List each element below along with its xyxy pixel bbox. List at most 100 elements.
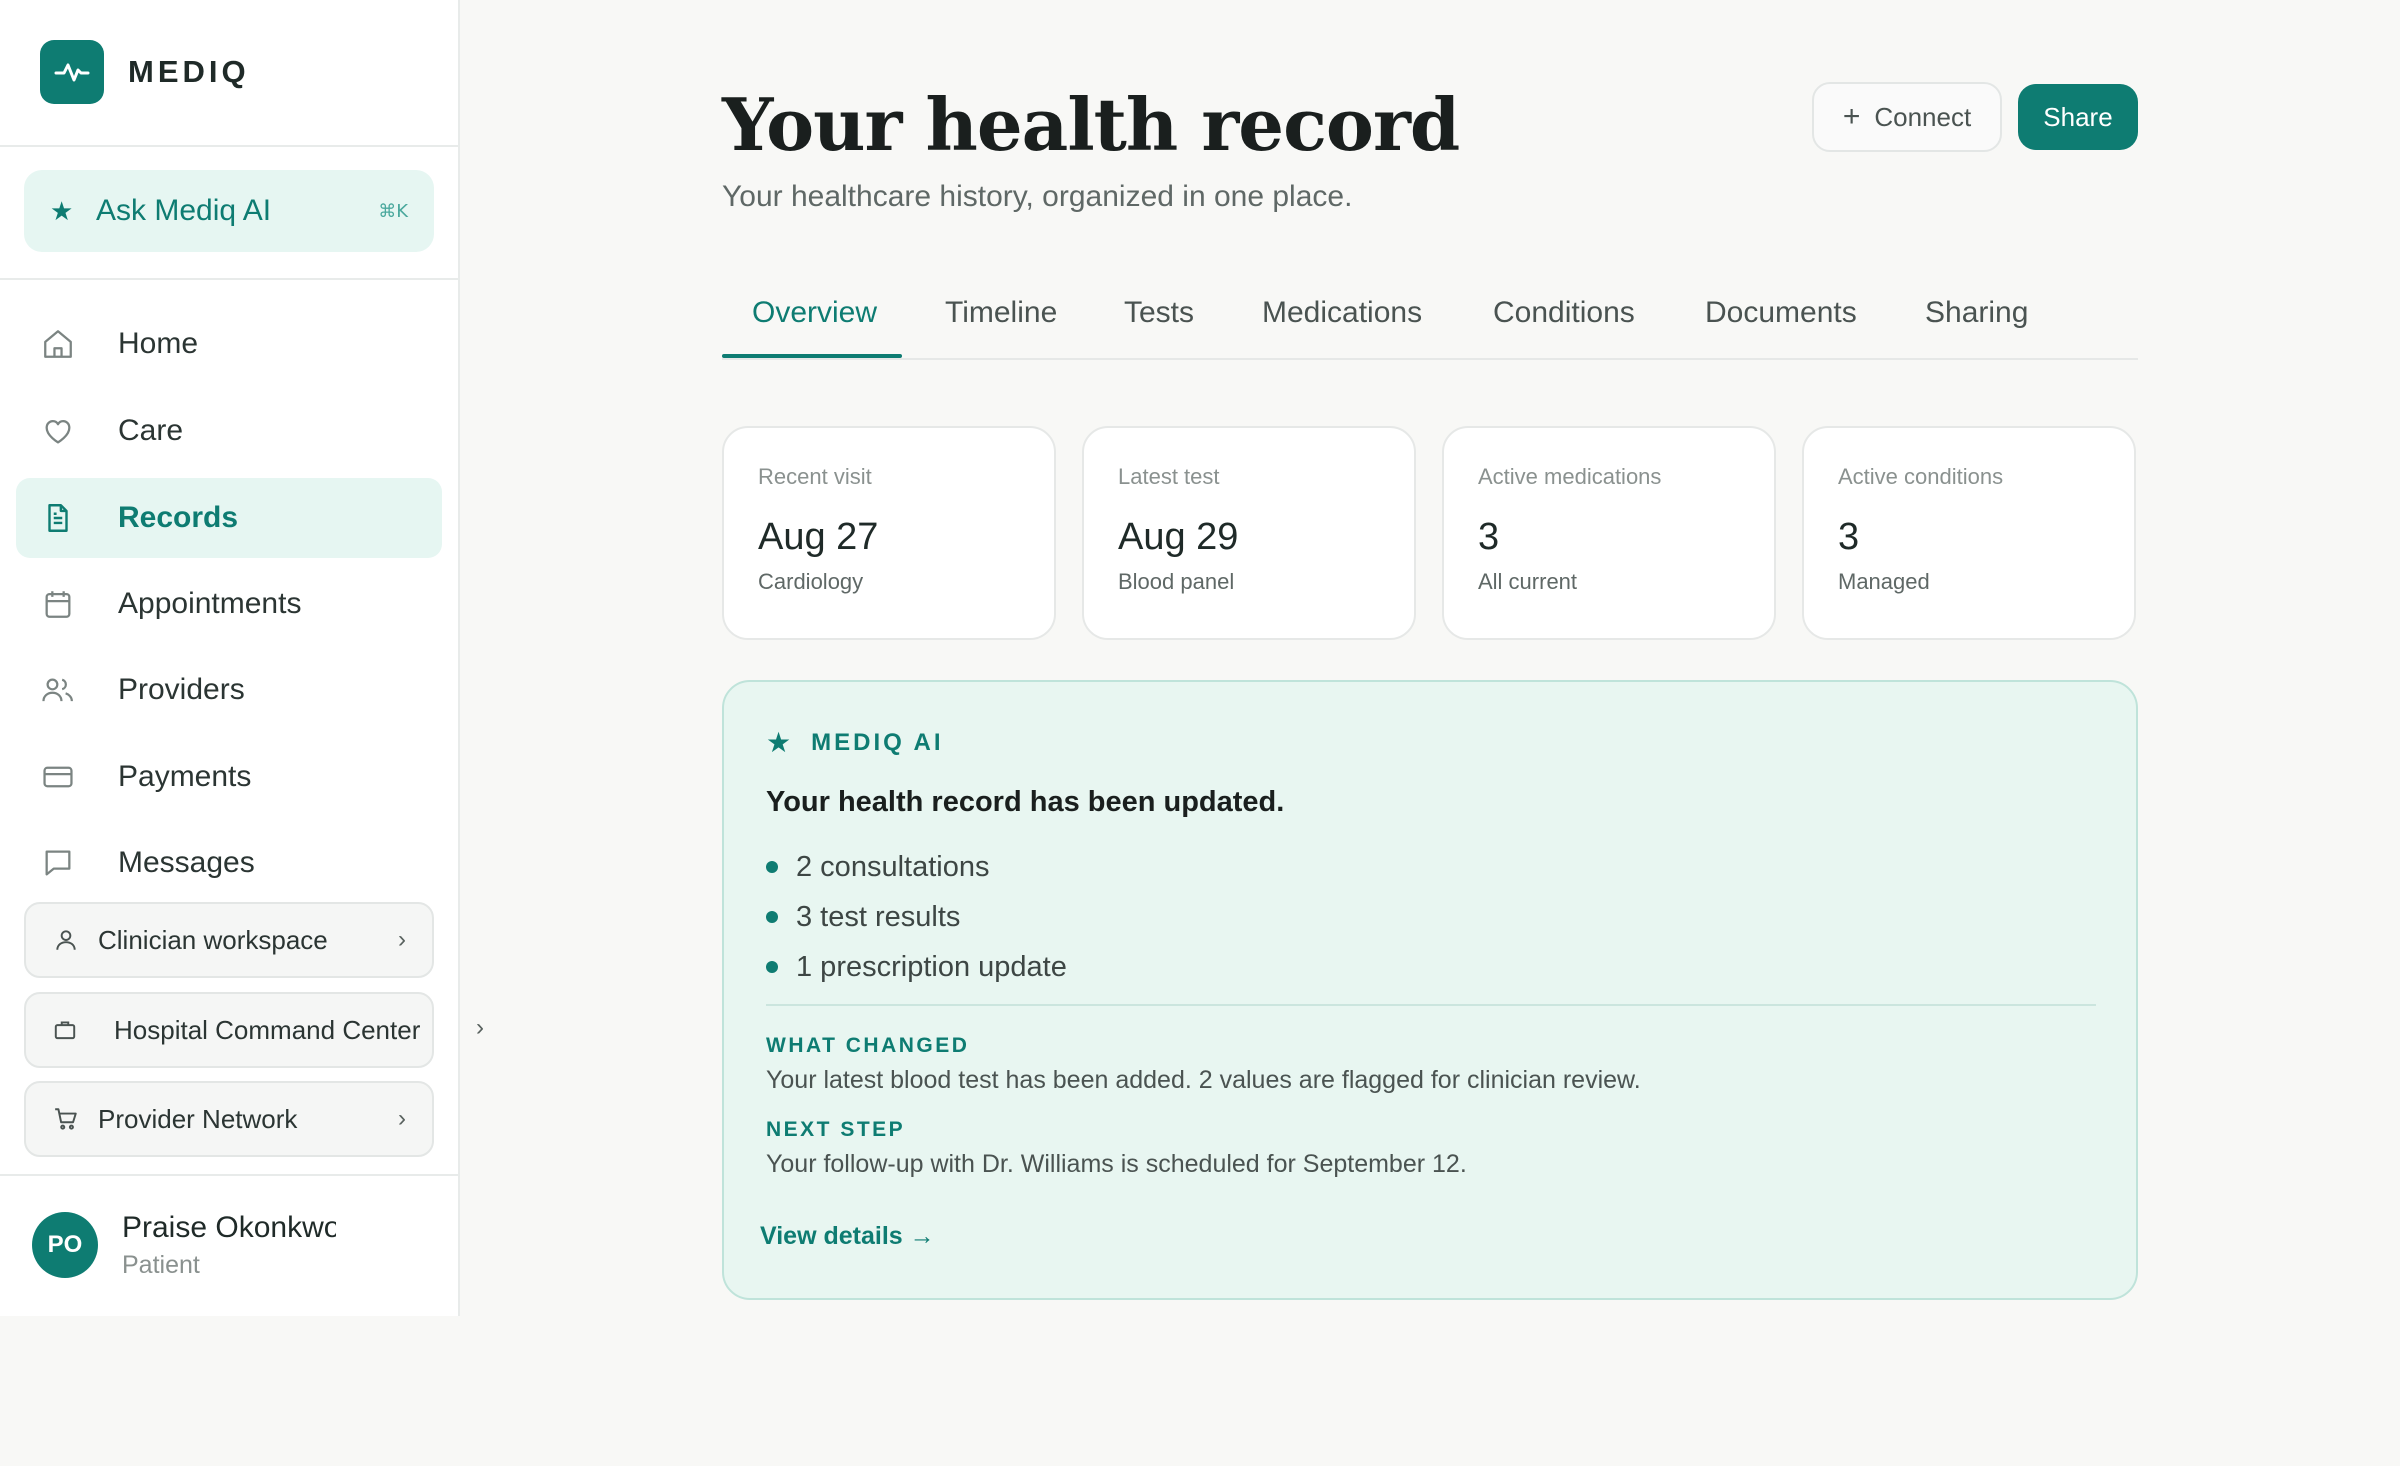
- ai-heading-label: MEDIQ AI: [811, 728, 944, 756]
- sidebar-divider: [0, 145, 458, 147]
- page-subtitle: Your healthcare history, organized in on…: [722, 180, 1353, 213]
- ai-panel-heading: ★ MEDIQ AI: [766, 726, 944, 759]
- hospital-command-center-button[interactable]: Hospital Command Center: [24, 992, 434, 1068]
- calendar-icon: [40, 586, 76, 622]
- summary-card-latest-test[interactable]: Latest test Aug 29 Blood panel: [1082, 426, 1416, 640]
- workspace-label: Provider Network: [98, 1103, 298, 1134]
- users-icon: [40, 672, 76, 708]
- pulse-icon: [40, 40, 104, 104]
- card-sub: All current: [1478, 569, 1578, 594]
- card-sub: Blood panel: [1118, 569, 1235, 594]
- brand[interactable]: MEDIQ: [40, 40, 250, 104]
- heart-icon: [40, 413, 76, 449]
- list-item-text: 2 consultations: [796, 850, 990, 883]
- card-value: 3: [1838, 516, 1860, 558]
- update-list: 2 consultations 3 test results 1 prescri…: [766, 842, 1067, 992]
- view-details-link[interactable]: View details →: [760, 1222, 935, 1251]
- list-item: 3 test results: [766, 892, 1067, 942]
- sidebar-item-label: Payments: [118, 760, 252, 793]
- document-icon: [40, 500, 76, 536]
- chevron-right-icon: ›: [398, 1105, 406, 1132]
- sidebar-item-appointments[interactable]: Appointments: [16, 564, 442, 644]
- sidebar-item-label: Appointments: [118, 587, 302, 620]
- clinician-workspace-button[interactable]: Clinician workspace ›: [24, 902, 434, 978]
- bullet-icon: [766, 861, 778, 873]
- tab-tests[interactable]: Tests: [1124, 296, 1194, 330]
- tab-sharing[interactable]: Sharing: [1925, 296, 2028, 330]
- card-value: 3: [1478, 516, 1500, 558]
- star-icon: ★: [766, 727, 792, 758]
- card-icon: [40, 759, 76, 795]
- card-label: Active conditions: [1838, 464, 2004, 489]
- message-icon: [40, 845, 76, 881]
- tab-conditions[interactable]: Conditions: [1493, 296, 1635, 330]
- summary-card-active-medications[interactable]: Active medications 3 All current: [1442, 426, 1776, 640]
- tab-documents[interactable]: Documents: [1705, 296, 1857, 330]
- sidebar-divider: [0, 278, 458, 280]
- sidebar-item-label: Records: [118, 501, 239, 534]
- ask-ai-button[interactable]: ★ Ask Mediq AI ⌘K: [24, 170, 434, 252]
- list-item-text: 1 prescription update: [796, 950, 1067, 983]
- user-role: Patient: [122, 1250, 200, 1279]
- card-label: Latest test: [1118, 464, 1220, 489]
- panel-divider: [766, 1004, 2096, 1006]
- workspace-label: Clinician workspace: [98, 924, 328, 955]
- cart-icon: [52, 1105, 80, 1133]
- page-title: Your health record: [722, 82, 1460, 167]
- record-tabs: Overview Timeline Tests Medications Cond…: [722, 286, 2138, 360]
- shortcut-hint: ⌘K: [378, 200, 408, 222]
- bullet-icon: [766, 961, 778, 973]
- user-name: Praise Okonkwo: [122, 1210, 336, 1244]
- user-profile[interactable]: PO Praise Okonkwo Patient: [32, 1210, 336, 1280]
- sidebar-item-label: Care: [118, 414, 184, 447]
- summary-card-active-conditions[interactable]: Active conditions 3 Managed: [1802, 426, 2136, 640]
- sidebar-item-payments[interactable]: Payments: [16, 737, 442, 817]
- ai-summary-panel: ★ MEDIQ AI Your health record has been u…: [722, 680, 2138, 1300]
- person-icon: [52, 926, 80, 954]
- provider-network-button[interactable]: Provider Network ›: [24, 1081, 434, 1157]
- card-label: Active medications: [1478, 464, 1662, 489]
- tab-overview[interactable]: Overview: [752, 296, 877, 330]
- next-step-text: Your follow-up with Dr. Williams is sche…: [766, 1150, 1467, 1178]
- connect-label: Connect: [1874, 101, 1972, 132]
- home-icon: [40, 326, 76, 362]
- tab-timeline[interactable]: Timeline: [945, 296, 1057, 330]
- sidebar-item-providers[interactable]: Providers: [16, 650, 442, 730]
- sidebar-item-label: Messages: [118, 846, 255, 879]
- tab-medications[interactable]: Medications: [1262, 296, 1422, 330]
- star-icon: ★: [50, 195, 74, 226]
- list-item: 2 consultations: [766, 842, 1067, 892]
- what-changed-text: Your latest blood test has been added. 2…: [766, 1066, 1641, 1094]
- briefcase-icon: [52, 1016, 78, 1044]
- ask-ai-label: Ask Mediq AI: [96, 194, 272, 227]
- ai-panel-title: Your health record has been updated.: [766, 786, 1285, 818]
- card-value: Aug 27: [758, 516, 879, 558]
- sidebar-item-label: Providers: [118, 673, 245, 706]
- sidebar-item-label: Home: [118, 327, 199, 360]
- card-value: Aug 29: [1118, 516, 1239, 558]
- sidebar-divider: [0, 1174, 458, 1176]
- summary-card-recent-visit[interactable]: Recent visit Aug 27 Cardiology: [722, 426, 1056, 640]
- what-changed-label: WHAT CHANGED: [766, 1034, 970, 1057]
- list-item-text: 3 test results: [796, 900, 961, 933]
- active-tab-indicator: [722, 354, 902, 358]
- avatar: PO: [32, 1212, 98, 1278]
- card-label: Recent visit: [758, 464, 872, 489]
- workspace-label: Hospital Command Center: [114, 1014, 421, 1045]
- chevron-right-icon: ›: [398, 926, 406, 953]
- plus-icon: +: [1842, 100, 1861, 133]
- share-button[interactable]: Share: [2018, 84, 2138, 150]
- next-step-label: NEXT STEP: [766, 1118, 906, 1141]
- sidebar-item-care[interactable]: Care: [16, 391, 442, 471]
- list-item: 1 prescription update: [766, 942, 1067, 992]
- connect-button[interactable]: + Connect: [1812, 82, 2002, 152]
- sidebar-item-messages[interactable]: Messages: [16, 823, 442, 903]
- sidebar-item-home[interactable]: Home: [16, 304, 442, 384]
- sidebar: MEDIQ ★ Ask Mediq AI ⌘K Home Care Record…: [0, 0, 460, 1316]
- bullet-icon: [766, 911, 778, 923]
- card-sub: Cardiology: [758, 569, 864, 594]
- card-sub: Managed: [1838, 569, 1930, 594]
- sidebar-item-records[interactable]: Records: [16, 478, 442, 558]
- brand-name: MEDIQ: [128, 54, 250, 89]
- chevron-right-icon[interactable]: ›: [476, 1014, 484, 1042]
